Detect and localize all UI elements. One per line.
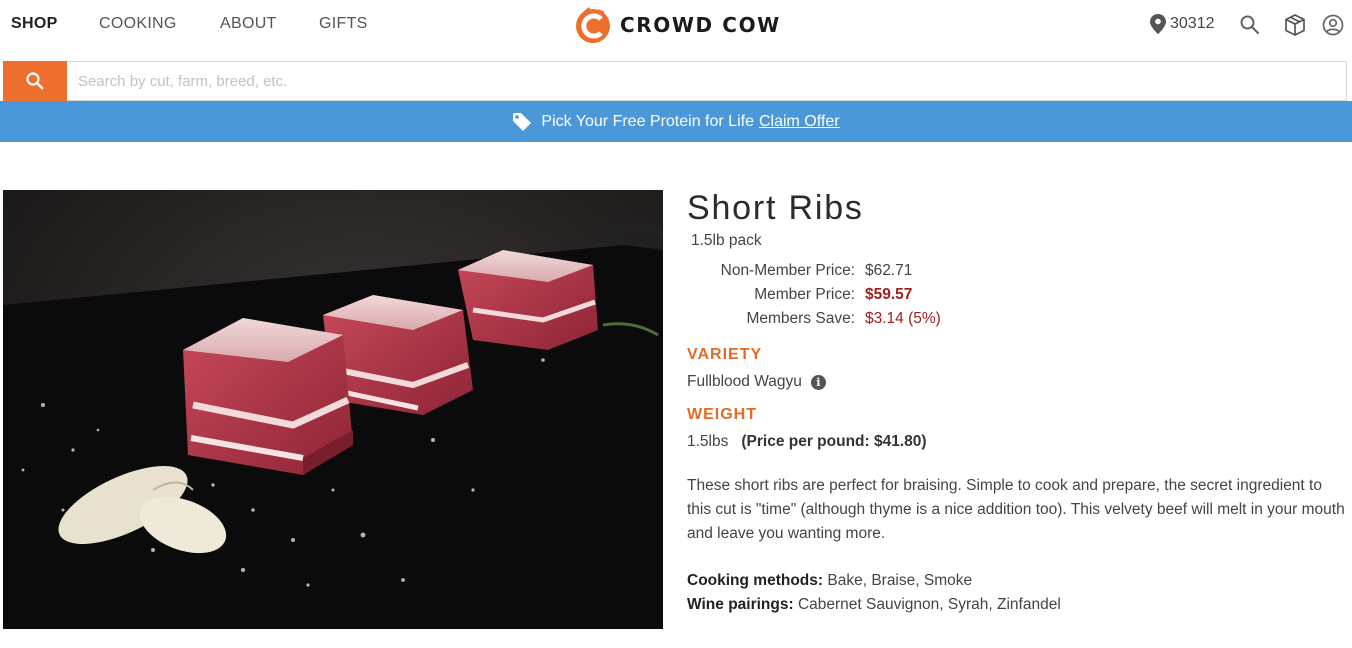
brand-name: CROWD COW <box>620 13 781 37</box>
price-table: Non-Member Price: $62.71 Member Price: $… <box>705 259 1347 331</box>
pairings: Cooking methods: Bake, Braise, Smoke Win… <box>687 569 1347 617</box>
non-member-price-label: Non-Member Price: <box>720 262 855 279</box>
top-nav: SHOP COOKING ABOUT GIFTS CROWD COW 30312 <box>0 0 1352 50</box>
non-member-price-row: Non-Member Price: $62.71 <box>705 259 1347 283</box>
product-details: Short Ribs 1.5lb pack Non-Member Price: … <box>687 190 1347 617</box>
wine-pairings-value: Cabernet Sauvignon, Syrah, Zinfandel <box>797 596 1061 613</box>
search-input[interactable] <box>67 61 1347 101</box>
member-price-label: Member Price: <box>754 286 855 303</box>
pack-size: 1.5lb pack <box>691 232 762 249</box>
cooking-methods-label: Cooking methods: <box>687 572 824 589</box>
non-member-price-value: $62.71 <box>865 262 913 279</box>
nav-shop[interactable]: SHOP <box>11 15 58 33</box>
search-button[interactable] <box>3 61 67 101</box>
brand-logo[interactable]: CROWD COW <box>574 5 781 45</box>
members-save-value: $3.14 (5%) <box>865 310 941 327</box>
zip-code-selector[interactable]: 30312 <box>1150 14 1215 34</box>
weight-value: 1.5lbs <box>687 433 729 450</box>
nav-about[interactable]: ABOUT <box>220 15 277 33</box>
product-description: These short ribs are perfect for braisin… <box>687 477 1345 542</box>
wine-pairings-label: Wine pairings: <box>687 596 794 613</box>
nav-gifts[interactable]: GIFTS <box>319 15 368 33</box>
account-icon[interactable] <box>1321 13 1345 37</box>
search-icon[interactable] <box>1238 13 1262 37</box>
variety-value: Fullblood Wagyu <box>687 373 802 390</box>
promo-text: Pick Your Free Protein for Life <box>541 112 754 130</box>
crowd-cow-logo-icon <box>576 7 610 43</box>
search-icon <box>26 72 44 90</box>
wine-pairings-row: Wine pairings: Cabernet Sauvignon, Syrah… <box>687 593 1347 617</box>
box-icon[interactable] <box>1283 13 1307 37</box>
claim-offer-link[interactable]: Claim Offer <box>759 113 840 131</box>
promo-banner: Pick Your Free Protein for Life Claim Of… <box>0 101 1352 142</box>
nav-cooking[interactable]: COOKING <box>99 15 177 33</box>
cooking-methods-row: Cooking methods: Bake, Braise, Smoke <box>687 569 1347 593</box>
cooking-methods-value: Bake, Braise, Smoke <box>827 572 973 589</box>
variety-row: Fullblood Wagyu i <box>687 373 1347 391</box>
weight-heading: WEIGHT <box>687 406 757 423</box>
location-pin-icon <box>1150 14 1166 34</box>
variety-heading: VARIETY <box>687 346 763 363</box>
product-image <box>3 190 663 629</box>
weight-row: 1.5lbs (Price per pound: $41.80) <box>687 433 1347 451</box>
price-per-pound: (Price per pound: $41.80) <box>741 433 927 450</box>
member-price-value: $59.57 <box>865 286 913 303</box>
members-save-label: Members Save: <box>746 310 855 327</box>
zip-code: 30312 <box>1170 15 1215 32</box>
product-title: Short Ribs <box>687 189 864 227</box>
members-save-row: Members Save: $3.14 (5%) <box>705 307 1347 331</box>
member-price-row: Member Price: $59.57 <box>705 283 1347 307</box>
info-icon[interactable]: i <box>810 374 826 390</box>
price-tag-icon <box>512 112 532 132</box>
